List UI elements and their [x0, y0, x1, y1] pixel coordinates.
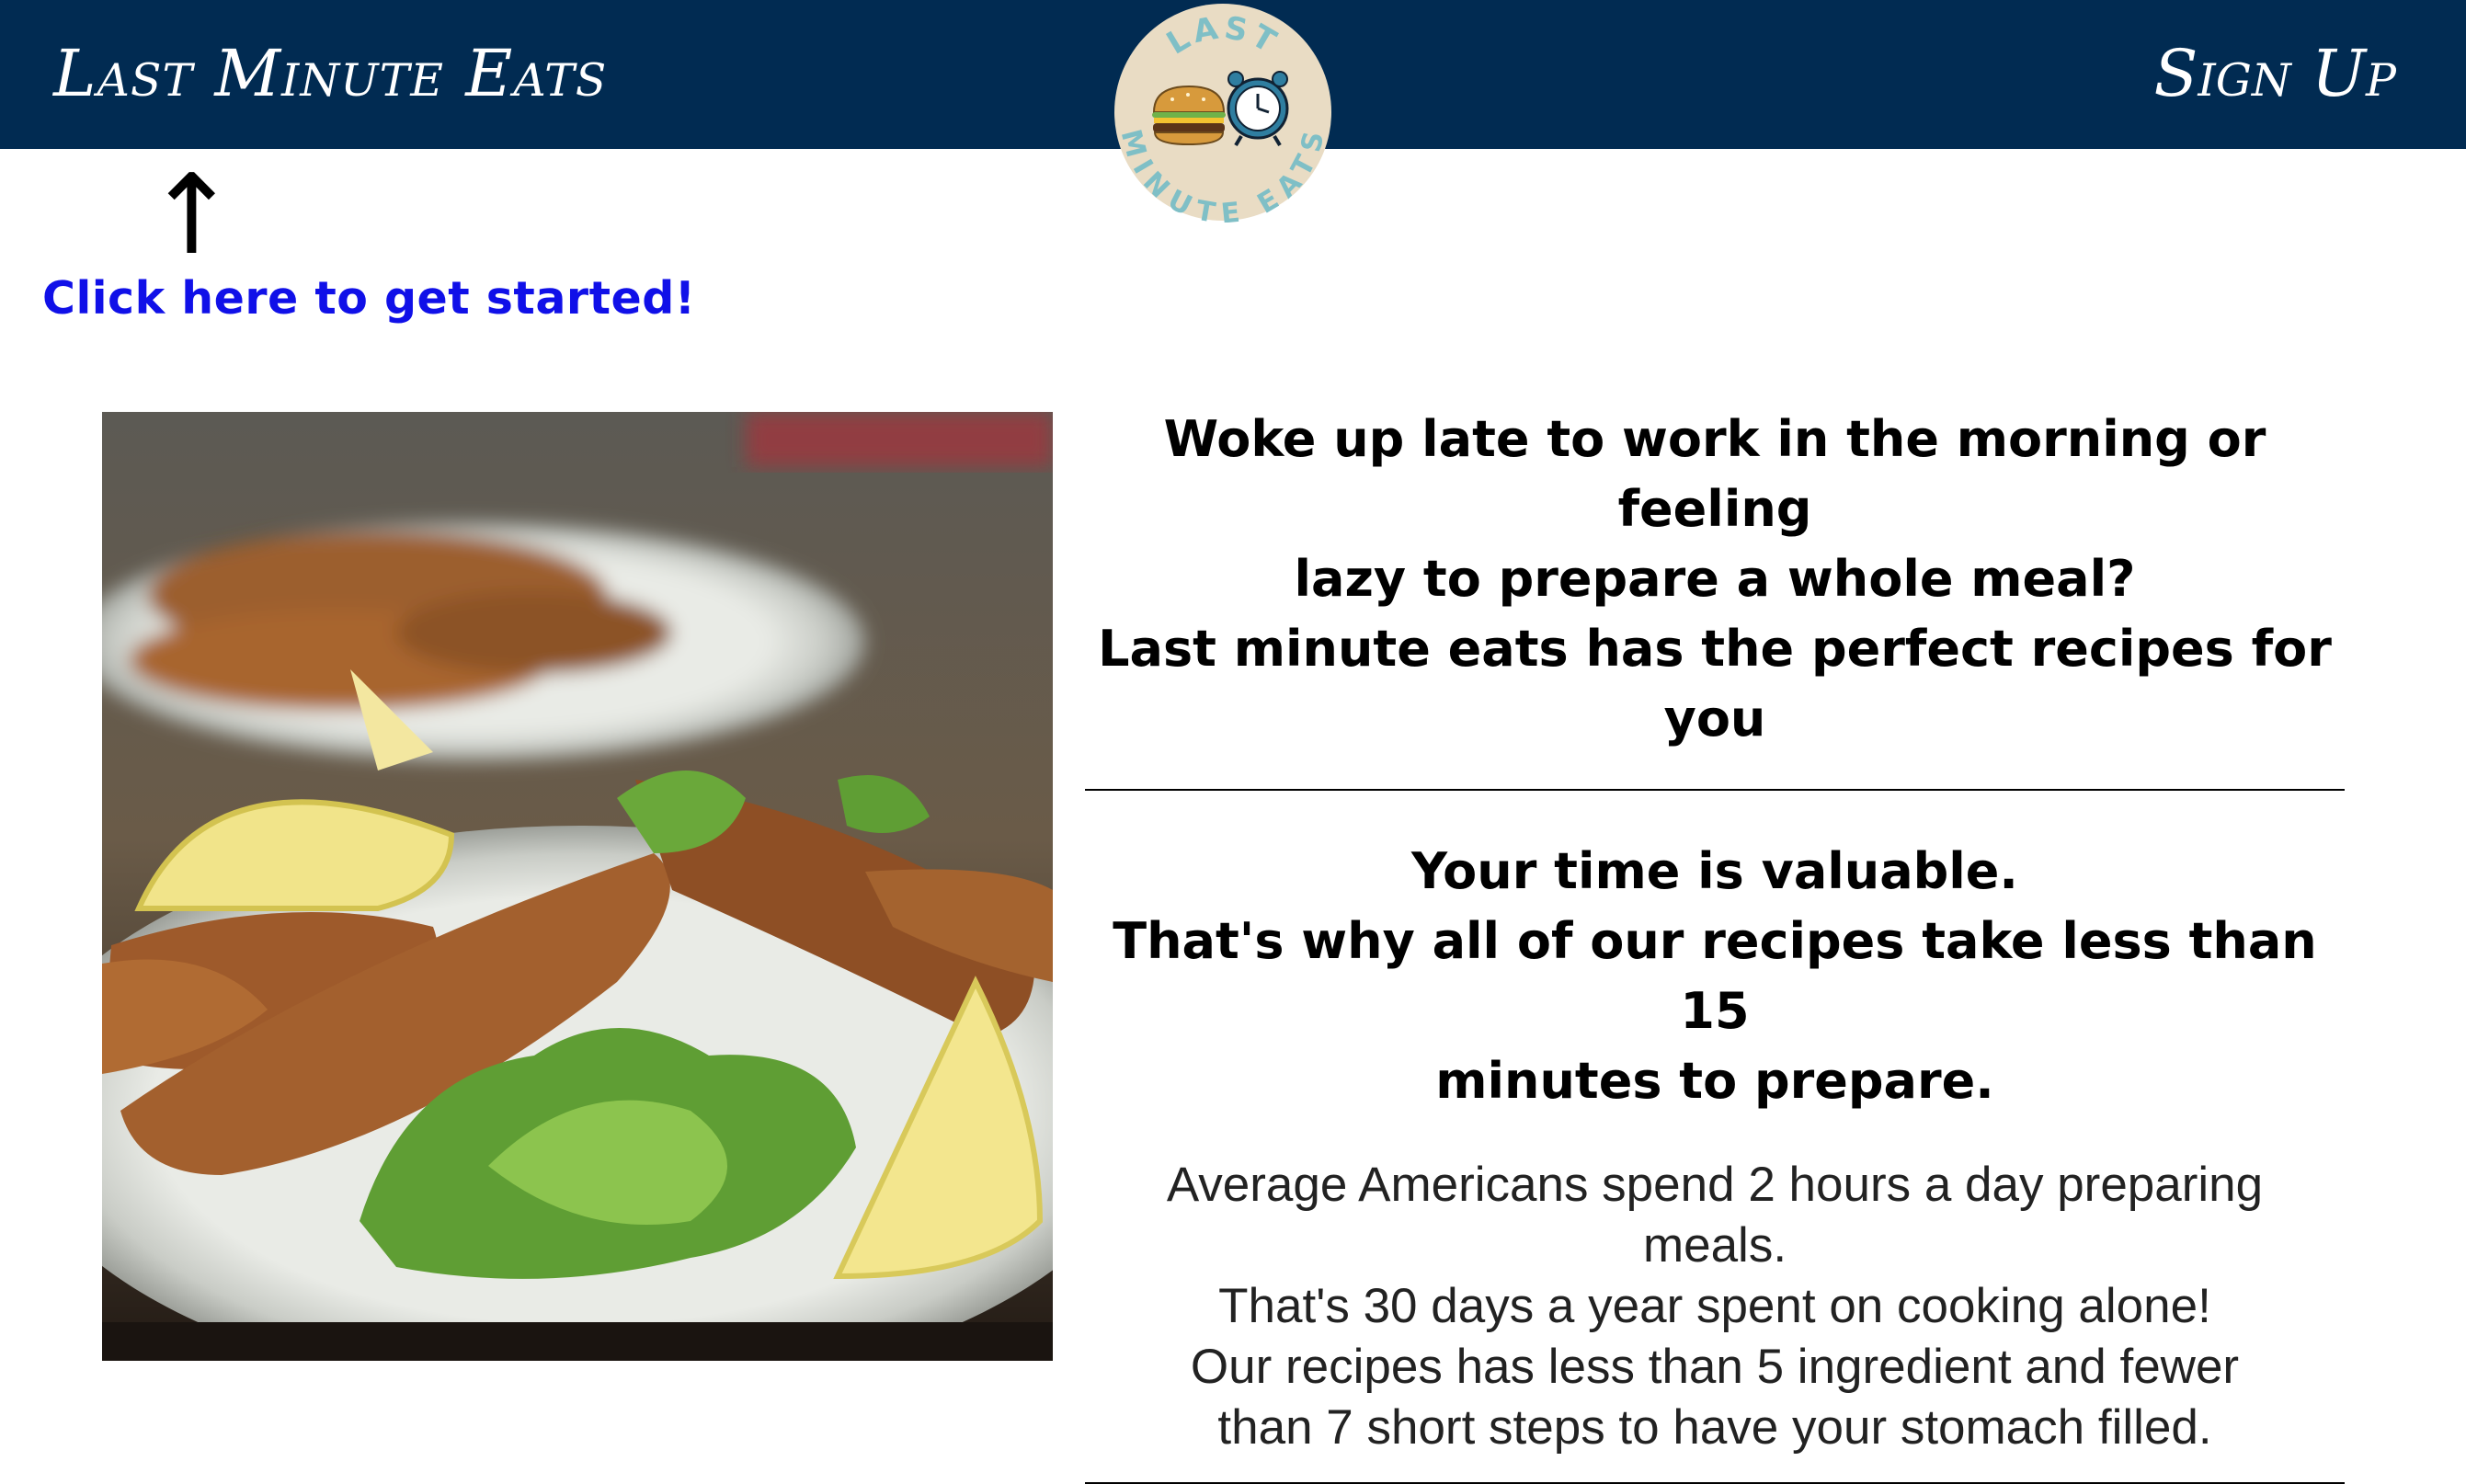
- headline-line: Your time is valuable.: [1411, 842, 2018, 900]
- get-started-link[interactable]: Click here to get started!: [42, 272, 696, 325]
- fact-line: Our recipes has less than 5 ingredient a…: [1190, 1340, 2240, 1394]
- facts-paragraph: Average Americans spend 2 hours a day pr…: [1085, 1155, 2345, 1458]
- intro-line: Woke up late to work in the morning or f…: [1163, 410, 2266, 538]
- intro-line: lazy to prepare a whole meal?: [1294, 550, 2136, 608]
- sign-up-link[interactable]: Sign Up: [2153, 28, 2396, 120]
- intro-line: Last minute eats has the perfect recipes…: [1098, 620, 2332, 748]
- intro-paragraph: Woke up late to work in the morning or f…: [1085, 405, 2345, 754]
- section-divider: [1085, 789, 2345, 791]
- fact-line: Average Americans spend 2 hours a day pr…: [1166, 1158, 2264, 1212]
- food-photo: [102, 412, 1053, 1361]
- value-headline: Your time is valuable. That's why all of…: [1085, 837, 2345, 1116]
- headline-line: That's why all of our recipes take less …: [1113, 912, 2317, 1040]
- burger-icon: [1152, 85, 1226, 146]
- fact-line: meals.: [1642, 1218, 1787, 1273]
- up-arrow-icon: ↑: [145, 152, 238, 280]
- headline-line: minutes to prepare.: [1435, 1052, 1994, 1110]
- site-logo[interactable]: LAST MINUTE EATS: [1113, 2, 1333, 223]
- intro-content: Woke up late to work in the morning or f…: [1085, 405, 2345, 1484]
- fact-line: than 7 short steps to have your stomach …: [1217, 1400, 2212, 1455]
- back-plate: [102, 522, 865, 761]
- brand-link[interactable]: Last Minute Eats: [53, 28, 607, 120]
- fact-line: That's 30 days a year spent on cooking a…: [1218, 1279, 2211, 1333]
